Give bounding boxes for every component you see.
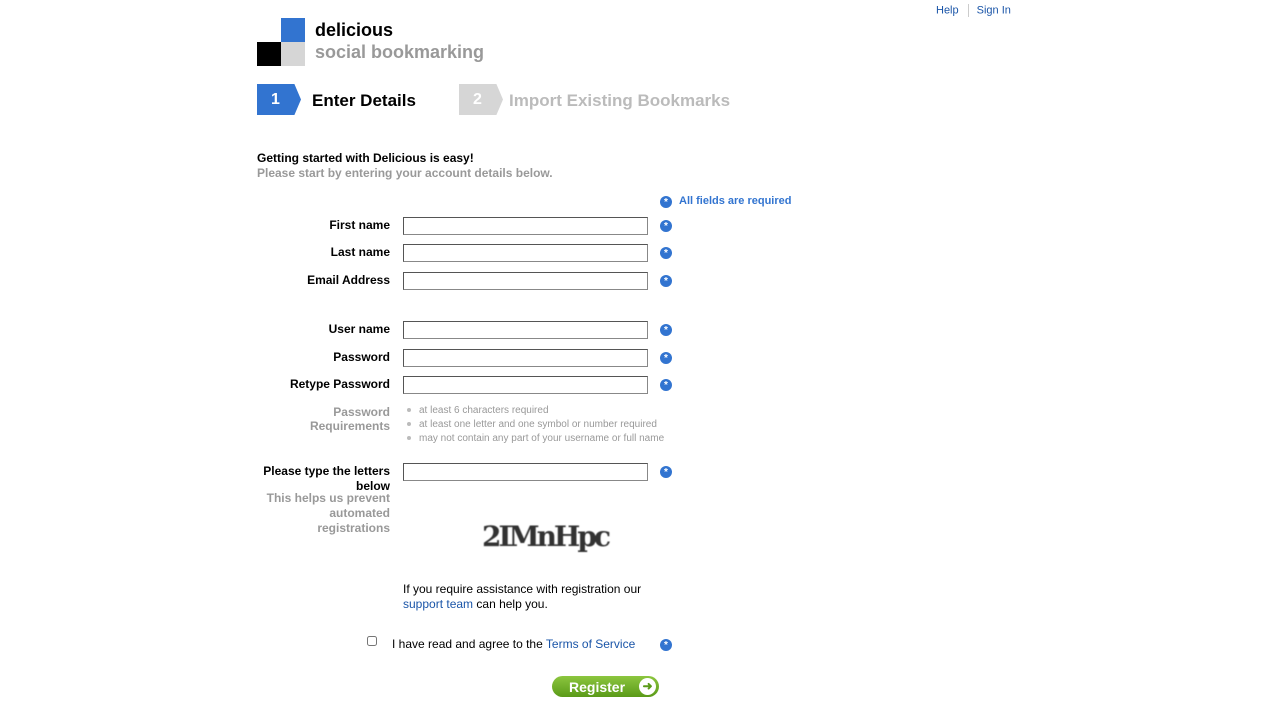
email-input[interactable]	[403, 272, 648, 290]
asterisk-icon: *	[660, 196, 672, 208]
step-2-badge: 2	[459, 84, 503, 115]
bullet-icon	[407, 436, 411, 441]
asterisk-icon: *	[660, 275, 672, 287]
svg-text:2IMnHpc: 2IMnHpc	[482, 520, 610, 553]
bullet-icon	[407, 422, 411, 427]
asterisk-icon: *	[660, 466, 672, 478]
list-item: at least one letter and one symbol or nu…	[407, 418, 664, 432]
top-links: Help Sign In	[936, 4, 1011, 17]
brand-name: delicious	[315, 20, 394, 40]
captcha-help-2: automated	[329, 506, 390, 520]
password-requirements-label-1: Password	[333, 405, 390, 419]
asterisk-icon: *	[660, 352, 672, 364]
username-input[interactable]	[403, 321, 648, 339]
list-item: may not contain any part of your usernam…	[407, 432, 664, 446]
brand-tagline: social bookmarking	[315, 42, 485, 62]
delicious-logo[interactable]	[257, 18, 305, 66]
support-team-link[interactable]: support team	[403, 597, 473, 611]
asterisk-icon: *	[660, 247, 672, 259]
sign-in-link[interactable]: Sign In	[977, 4, 1011, 16]
password-label: Password	[333, 350, 390, 364]
terms-agreement: I have read and agree to the Terms of Se…	[392, 637, 636, 651]
first-name-label: First name	[329, 218, 390, 232]
bullet-icon	[407, 408, 411, 413]
terms-checkbox[interactable]	[367, 636, 377, 646]
list-item: at least 6 characters required	[407, 404, 664, 418]
first-name-input[interactable]	[403, 217, 648, 235]
intro-heading: Getting started with Delicious is easy!	[257, 151, 474, 165]
register-button[interactable]: Register ➜	[552, 676, 659, 697]
retype-password-label: Retype Password	[289, 377, 390, 391]
captcha-help-3: registrations	[317, 521, 390, 535]
logo-square-grey	[281, 42, 305, 66]
logo-square-blue	[281, 18, 305, 42]
divider	[967, 4, 969, 17]
asterisk-icon: *	[660, 324, 672, 336]
step-1-badge: 1	[257, 84, 301, 115]
asterisk-icon: *	[660, 220, 672, 232]
captcha-input[interactable]	[403, 463, 648, 481]
help-link[interactable]: Help	[936, 4, 959, 16]
asterisk-icon: *	[660, 379, 672, 391]
intro-subheading: Please start by entering your account de…	[257, 166, 553, 180]
captcha-image: 2IMnHpc	[482, 520, 613, 553]
step-2-label: Import Existing Bookmarks	[509, 91, 731, 110]
step-1-label: Enter Details	[312, 91, 416, 110]
email-label: Email Address	[307, 273, 390, 287]
password-requirements-label-2: Requirements	[309, 419, 390, 433]
captcha-help-1: This helps us prevent	[266, 491, 390, 505]
register-label: Register	[569, 679, 626, 695]
assistance-text: If you require assistance with registrat…	[403, 582, 642, 611]
arrow-right-icon: ➜	[639, 678, 656, 695]
all-fields-required-note: All fields are required	[679, 195, 792, 207]
logo-square-black	[257, 42, 281, 66]
asterisk-icon: *	[660, 639, 672, 651]
password-input[interactable]	[403, 349, 648, 367]
last-name-label: Last name	[330, 245, 390, 259]
captcha-label-1: Please type the letters	[263, 464, 390, 478]
username-label: User name	[328, 322, 390, 336]
password-requirements-list: at least 6 characters required at least …	[407, 404, 664, 446]
retype-password-input[interactable]	[403, 376, 648, 394]
terms-of-service-link[interactable]: Terms of Service	[546, 637, 635, 651]
last-name-input[interactable]	[403, 244, 648, 262]
